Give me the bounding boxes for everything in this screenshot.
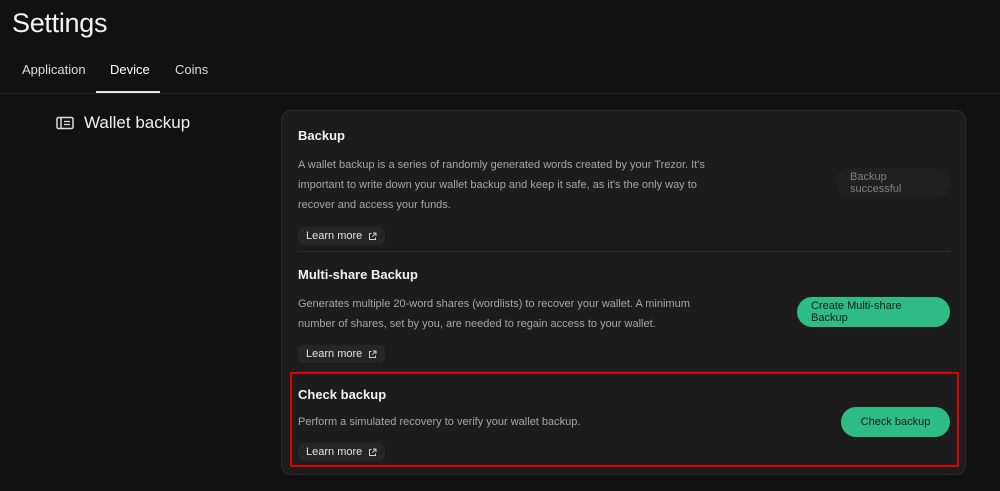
- tab-application[interactable]: Application: [22, 62, 86, 91]
- learn-more-label: Learn more: [306, 230, 363, 242]
- wallet-backup-card: Backup A wallet backup is a series of ra…: [281, 110, 966, 475]
- external-link-icon: [368, 232, 377, 241]
- divider: [298, 371, 951, 372]
- external-link-icon: [368, 448, 377, 457]
- tab-device[interactable]: Device: [96, 62, 160, 93]
- check-backup-button[interactable]: Check backup: [841, 407, 950, 437]
- row-title: Check backup: [298, 387, 387, 402]
- row-description: Generates multiple 20-word shares (wordl…: [298, 298, 690, 330]
- divider: [298, 251, 951, 252]
- page-title: Settings: [12, 8, 108, 38]
- learn-more-link[interactable]: Learn more: [298, 345, 386, 363]
- section-header: Wallet backup: [56, 113, 190, 133]
- row-description: Perform a simulated recovery to verify y…: [298, 416, 581, 428]
- row-title: Multi-share Backup: [298, 267, 418, 282]
- wallet-icon: [56, 116, 74, 130]
- backup-successful-button: Backup successful: [836, 168, 950, 198]
- tab-coins[interactable]: Coins: [175, 62, 208, 91]
- external-link-icon: [368, 350, 377, 359]
- learn-more-link[interactable]: Learn more: [298, 227, 386, 245]
- create-multi-share-backup-button[interactable]: Create Multi-share Backup: [797, 297, 950, 327]
- row-description: A wallet backup is a series of randomly …: [298, 159, 705, 211]
- row-title: Backup: [298, 128, 345, 143]
- learn-more-label: Learn more: [306, 348, 363, 360]
- learn-more-link[interactable]: Learn more: [298, 443, 386, 461]
- tab-bar: Application Device Coins: [0, 56, 1000, 94]
- learn-more-label: Learn more: [306, 446, 363, 458]
- section-title: Wallet backup: [84, 113, 191, 132]
